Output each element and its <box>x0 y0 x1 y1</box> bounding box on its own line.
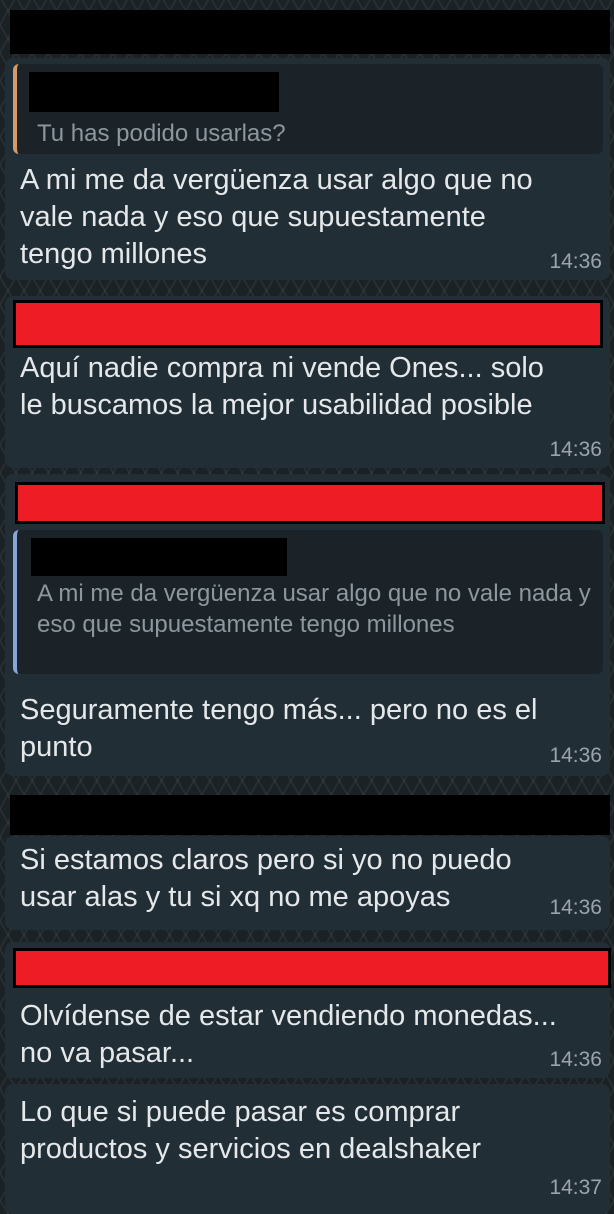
message-bubble[interactable]: Aquí nadie compra ni vende Ones... solo … <box>5 296 610 468</box>
message-text: Lo que si puede pasar es comprar product… <box>20 1096 482 1165</box>
redacted-sender-name <box>13 948 611 988</box>
message-text: Aquí nadie compra ni vende Ones... solo … <box>20 352 544 421</box>
message-bubble[interactable]: Olvídense de estar vendiendo monedas... … <box>5 942 611 1078</box>
redacted-quoted-sender <box>31 538 287 576</box>
message-text: Si estamos claros pero si yo no puedo us… <box>20 844 512 913</box>
redacted-sender-name <box>10 795 610 835</box>
quoted-message[interactable]: Tu has podido usarlas? <box>13 64 603 154</box>
redacted-sender-name <box>10 10 610 54</box>
message-timestamp: 14:37 <box>549 1176 602 1199</box>
message-timestamp: 14:36 <box>549 1048 602 1071</box>
redacted-sender-name <box>15 482 605 524</box>
message-bubble[interactable]: Si estamos claros pero si yo no puedo us… <box>5 836 610 930</box>
message-timestamp: 14:36 <box>549 250 602 273</box>
message-timestamp: 14:36 <box>549 438 602 461</box>
quoted-text: Tu has podido usarlas? <box>37 120 286 147</box>
quoted-message[interactable]: A mi me da vergüenza usar algo que no va… <box>13 530 603 674</box>
redacted-sender-name <box>13 300 603 348</box>
message-bubble[interactable]: A mi me da vergüenza usar algo que no va… <box>5 474 610 776</box>
message-timestamp: 14:36 <box>549 744 602 767</box>
message-bubble[interactable]: Tu has podido usarlas? A mi me da vergüe… <box>5 58 610 280</box>
message-text: Seguramente tengo más... pero no es el p… <box>20 694 538 763</box>
message-text: Olvídense de estar vendiendo monedas... … <box>20 1000 557 1069</box>
redacted-quoted-sender <box>29 72 279 112</box>
quoted-text: A mi me da vergüenza usar algo que no va… <box>37 580 591 638</box>
message-bubble[interactable]: Lo que si puede pasar es comprar product… <box>5 1084 610 1214</box>
message-text: A mi me da vergüenza usar algo que no va… <box>20 164 533 270</box>
message-timestamp: 14:36 <box>549 896 602 919</box>
